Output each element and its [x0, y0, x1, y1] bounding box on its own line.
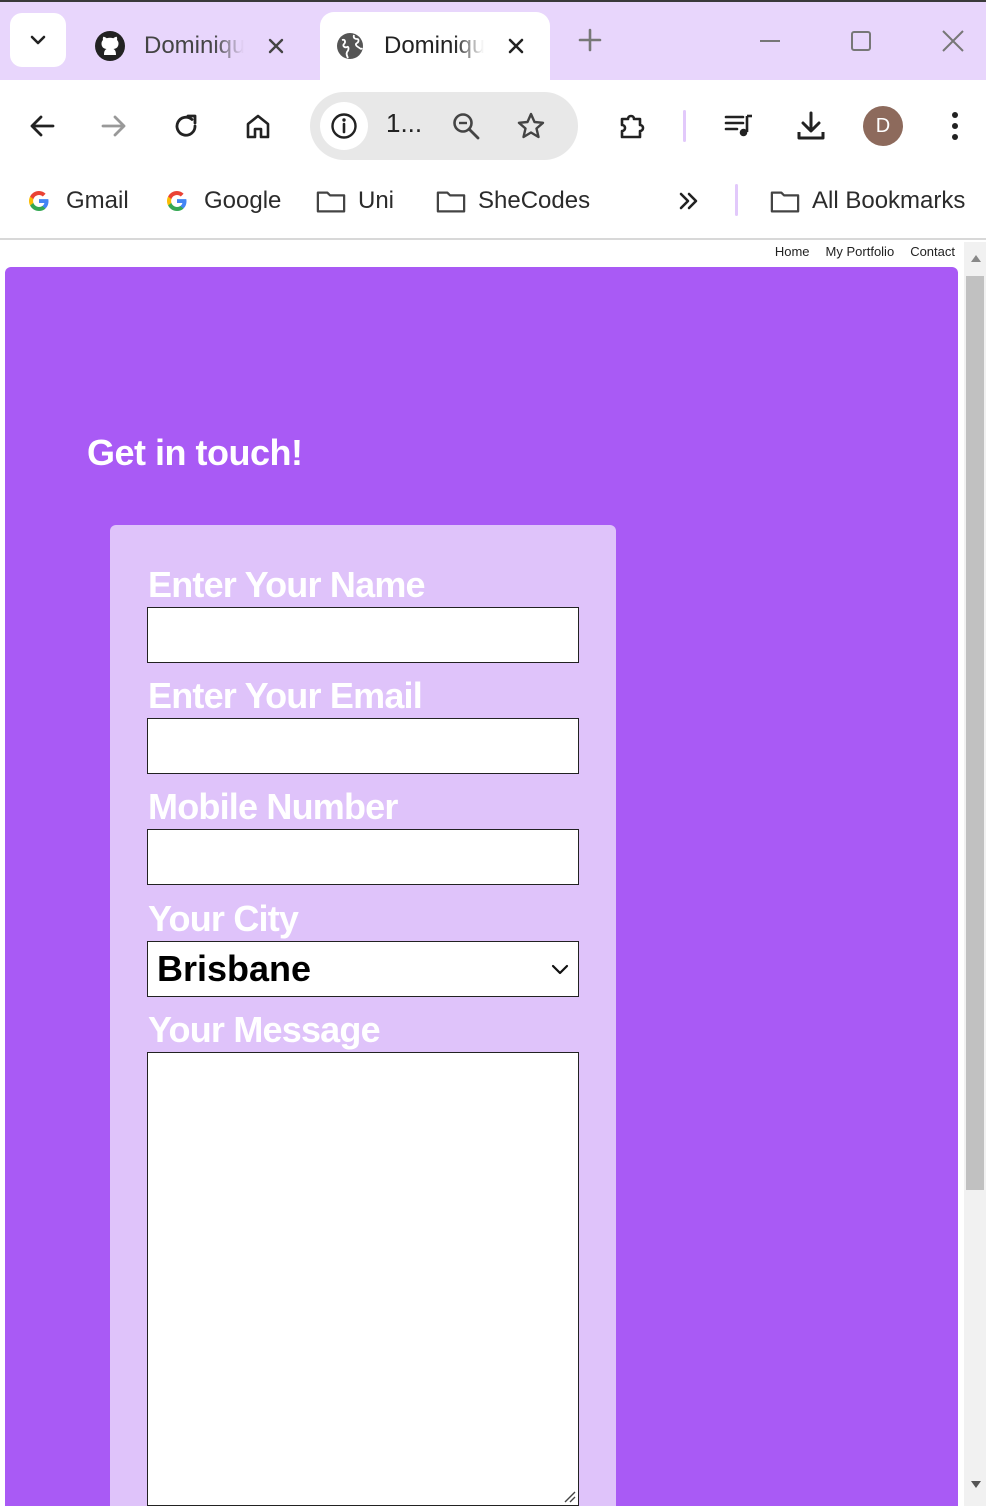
- close-icon: [942, 30, 964, 52]
- google-icon: [162, 186, 192, 216]
- home-icon: [246, 114, 270, 139]
- bookmark-label: Google: [204, 187, 282, 214]
- tab-active[interactable]: Dominique: [320, 12, 550, 80]
- arrow-right-icon: [101, 115, 126, 137]
- arrow-left-icon: [30, 115, 55, 137]
- folder-icon: [316, 186, 346, 216]
- site-info-button[interactable]: [320, 102, 368, 150]
- nav-contact-link[interactable]: Contact: [910, 244, 955, 259]
- scroll-up-arrow-icon[interactable]: [970, 253, 982, 263]
- back-button[interactable]: [20, 104, 64, 148]
- maximize-icon: [851, 31, 871, 51]
- site-nav: Home My Portfolio Contact: [775, 244, 955, 259]
- bookmark-label: All Bookmarks: [812, 187, 966, 214]
- github-icon: [94, 30, 126, 62]
- forward-button[interactable]: [92, 104, 136, 148]
- scrollbar-thumb[interactable]: [966, 276, 984, 1190]
- maximize-button[interactable]: [839, 20, 883, 62]
- tab-search-button[interactable]: [10, 13, 66, 67]
- all-bookmarks-button[interactable]: All Bookmarks: [770, 182, 965, 220]
- folder-icon: [770, 186, 800, 216]
- puzzle-icon: [620, 114, 645, 139]
- minimize-button[interactable]: [748, 20, 792, 62]
- city-select[interactable]: Brisbane: [147, 941, 579, 997]
- page-title: Get in touch!: [87, 432, 303, 473]
- chevron-double-right-icon: [679, 192, 698, 210]
- reload-button[interactable]: [164, 104, 208, 148]
- resize-grip-icon[interactable]: [560, 1487, 576, 1503]
- message-textarea[interactable]: [147, 1052, 579, 1506]
- globe-icon: [334, 30, 366, 62]
- info-icon: [331, 113, 357, 139]
- email-label: Enter Your Email: [148, 675, 423, 716]
- name-input[interactable]: [147, 607, 579, 663]
- close-icon[interactable]: [502, 32, 530, 60]
- media-controls-button[interactable]: [717, 104, 761, 148]
- scroll-down-arrow-icon[interactable]: [970, 1480, 982, 1490]
- bookmark-shecodes[interactable]: SheCodes: [436, 182, 590, 220]
- plus-icon: [578, 28, 602, 52]
- downloads-button[interactable]: [789, 104, 833, 148]
- profile-avatar[interactable]: D: [863, 106, 903, 146]
- nav-home-link[interactable]: Home: [775, 244, 810, 259]
- zoom-button[interactable]: [444, 104, 488, 148]
- bookmark-star-button[interactable]: [509, 104, 553, 148]
- email-input[interactable]: [147, 718, 579, 774]
- reload-icon: [175, 114, 197, 137]
- star-icon: [517, 112, 545, 139]
- chevron-down-icon: [551, 964, 569, 975]
- queue-music-icon: [724, 114, 752, 137]
- mobile-label: Mobile Number: [148, 786, 398, 827]
- bookmark-label: Gmail: [66, 187, 129, 214]
- city-selected-value: Brisbane: [157, 948, 312, 989]
- bookmark-gmail[interactable]: Gmail: [24, 182, 129, 220]
- bookmark-google[interactable]: Google: [162, 182, 281, 220]
- tab-github[interactable]: Dominique: [80, 12, 312, 80]
- nav-portfolio-link[interactable]: My Portfolio: [826, 244, 895, 259]
- bookmark-uni[interactable]: Uni: [316, 182, 394, 220]
- menu-button[interactable]: [933, 104, 977, 148]
- city-label: Your City: [148, 898, 299, 939]
- bookmark-label: Uni: [358, 187, 395, 214]
- new-tab-button[interactable]: [574, 24, 606, 56]
- close-window-button[interactable]: [931, 20, 975, 62]
- url-text[interactable]: 1...: [386, 108, 422, 139]
- folder-icon: [436, 186, 466, 216]
- toolbar-divider: [683, 110, 686, 142]
- chevron-down-icon: [30, 35, 46, 45]
- home-button[interactable]: [236, 104, 280, 148]
- minimize-icon: [760, 40, 780, 42]
- bookmarks-overflow-button[interactable]: [676, 182, 702, 220]
- message-label: Your Message: [148, 1009, 381, 1050]
- download-icon: [797, 111, 825, 140]
- bookmarks-divider: [735, 184, 738, 216]
- google-icon: [24, 186, 54, 216]
- more-vert-icon: [952, 112, 958, 140]
- close-icon[interactable]: [262, 32, 290, 60]
- mobile-input[interactable]: [147, 829, 579, 885]
- name-label: Enter Your Name: [148, 564, 426, 605]
- tab-title: Dominique: [384, 32, 484, 59]
- zoom-out-icon: [453, 113, 480, 140]
- bookmark-label: SheCodes: [478, 187, 591, 214]
- extensions-button[interactable]: [611, 104, 655, 148]
- tab-title: Dominique: [144, 32, 244, 59]
